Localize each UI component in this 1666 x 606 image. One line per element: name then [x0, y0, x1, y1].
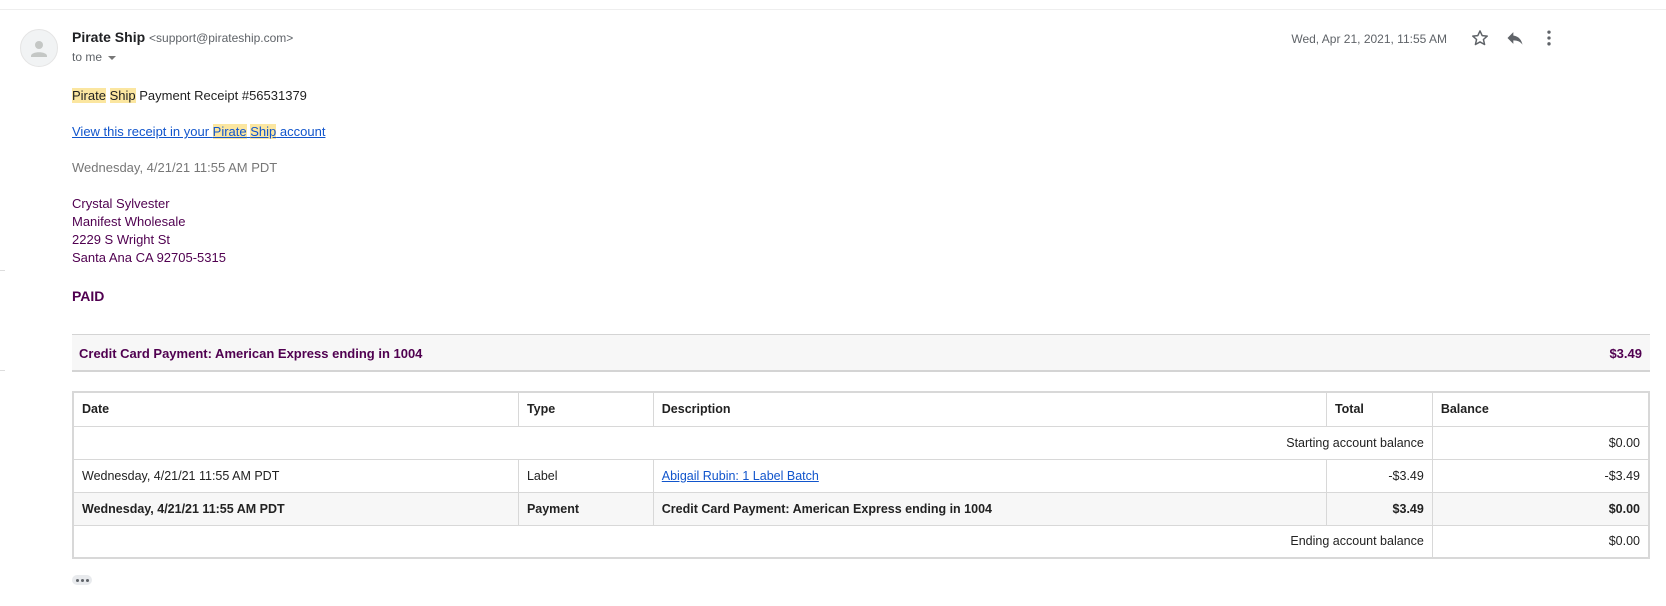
sender-email: <support@pirateship.com> — [149, 31, 294, 45]
receipt-title: Pirate Ship Payment Receipt #56531379 — [72, 88, 307, 103]
show-trimmed-content-button[interactable] — [72, 575, 92, 585]
column-header-description: Description — [652, 391, 1327, 427]
row-description: Abigail Rubin: 1 Label Batch — [652, 458, 1327, 493]
highlight-term: Pirate — [72, 88, 106, 103]
star-icon — [1472, 30, 1488, 46]
sender-avatar[interactable] — [20, 29, 58, 67]
email-date: Wed, Apr 21, 2021, 11:55 AM — [1291, 32, 1447, 46]
reply-button[interactable] — [1503, 26, 1527, 50]
row-balance: -$3.49 — [1431, 458, 1650, 493]
row-date: Wednesday, 4/21/21 11:55 AM PDT — [72, 491, 519, 526]
address-line: Manifest Wholesale — [72, 214, 186, 229]
star-button[interactable] — [1468, 26, 1492, 50]
column-header-date: Date — [72, 391, 519, 427]
payment-summary-bar: Credit Card Payment: American Express en… — [72, 334, 1650, 372]
table-row: Wednesday, 4/21/21 11:55 AM PDT Label Ab… — [72, 458, 1650, 493]
dot-icon — [80, 578, 84, 582]
dot-icon — [85, 578, 89, 582]
reply-icon — [1507, 32, 1523, 45]
row-balance: $0.00 — [1431, 491, 1650, 526]
highlight-term: Ship — [109, 88, 136, 103]
address-line: Crystal Sylvester — [72, 196, 170, 211]
recipient-label: to me — [72, 50, 103, 64]
receipt-title-rest: Payment Receipt #56531379 — [135, 88, 307, 103]
paid-status: PAID — [72, 288, 105, 304]
ending-balance-value: $0.00 — [1431, 524, 1650, 559]
column-header-total: Total — [1325, 391, 1433, 427]
starting-balance-value: $0.00 — [1431, 425, 1650, 460]
link-prefix: View this receipt in your — [72, 124, 213, 139]
link-suffix: account — [276, 124, 326, 139]
ending-balance-row: Ending account balance $0.00 — [72, 524, 1650, 559]
more-options-button[interactable] — [1537, 26, 1561, 50]
row-date: Wednesday, 4/21/21 11:55 AM PDT — [72, 458, 519, 493]
left-edge-mark — [0, 370, 5, 371]
column-header-type: Type — [517, 391, 654, 427]
transactions-table: Date Type Description Total Balance Star… — [72, 391, 1650, 559]
top-divider — [0, 9, 1666, 10]
starting-balance-row: Starting account balance $0.00 — [72, 425, 1650, 460]
more-vert-icon — [1547, 30, 1551, 46]
dot-icon — [75, 578, 79, 582]
ending-balance-label: Ending account balance — [72, 524, 1433, 559]
table-header-row: Date Type Description Total Balance — [72, 391, 1650, 427]
payment-amount: $3.49 — [1609, 346, 1642, 361]
label-batch-link[interactable]: Abigail Rubin: 1 Label Batch — [662, 469, 819, 483]
row-total: $3.49 — [1325, 491, 1433, 526]
row-description: Credit Card Payment: American Express en… — [652, 491, 1327, 526]
receipt-date: Wednesday, 4/21/21 11:55 AM PDT — [72, 160, 278, 175]
recipient-dropdown[interactable]: to me — [72, 50, 117, 64]
highlight-term: Pirate — [212, 124, 247, 139]
highlight-term: Ship — [250, 124, 277, 139]
row-type: Label — [517, 458, 654, 493]
row-total: -$3.49 — [1325, 458, 1433, 493]
billing-address: Crystal Sylvester Manifest Wholesale 222… — [72, 195, 226, 267]
column-header-balance: Balance — [1431, 391, 1650, 427]
view-receipt-link[interactable]: View this receipt in your Pirate Ship ac… — [72, 124, 325, 139]
address-line: Santa Ana CA 92705-5315 — [72, 250, 226, 265]
sender-line: Pirate Ship <support@pirateship.com> — [72, 29, 293, 45]
person-icon — [31, 41, 47, 57]
table-row: Wednesday, 4/21/21 11:55 AM PDT Payment … — [72, 491, 1650, 526]
row-type: Payment — [517, 491, 654, 526]
starting-balance-label: Starting account balance — [72, 425, 1433, 460]
sender-name[interactable]: Pirate Ship — [72, 29, 145, 45]
payment-method-label: Credit Card Payment: American Express en… — [79, 346, 423, 361]
caret-down-icon — [108, 55, 117, 60]
address-line: 2229 S Wright St — [72, 232, 171, 247]
left-edge-mark — [0, 270, 5, 271]
